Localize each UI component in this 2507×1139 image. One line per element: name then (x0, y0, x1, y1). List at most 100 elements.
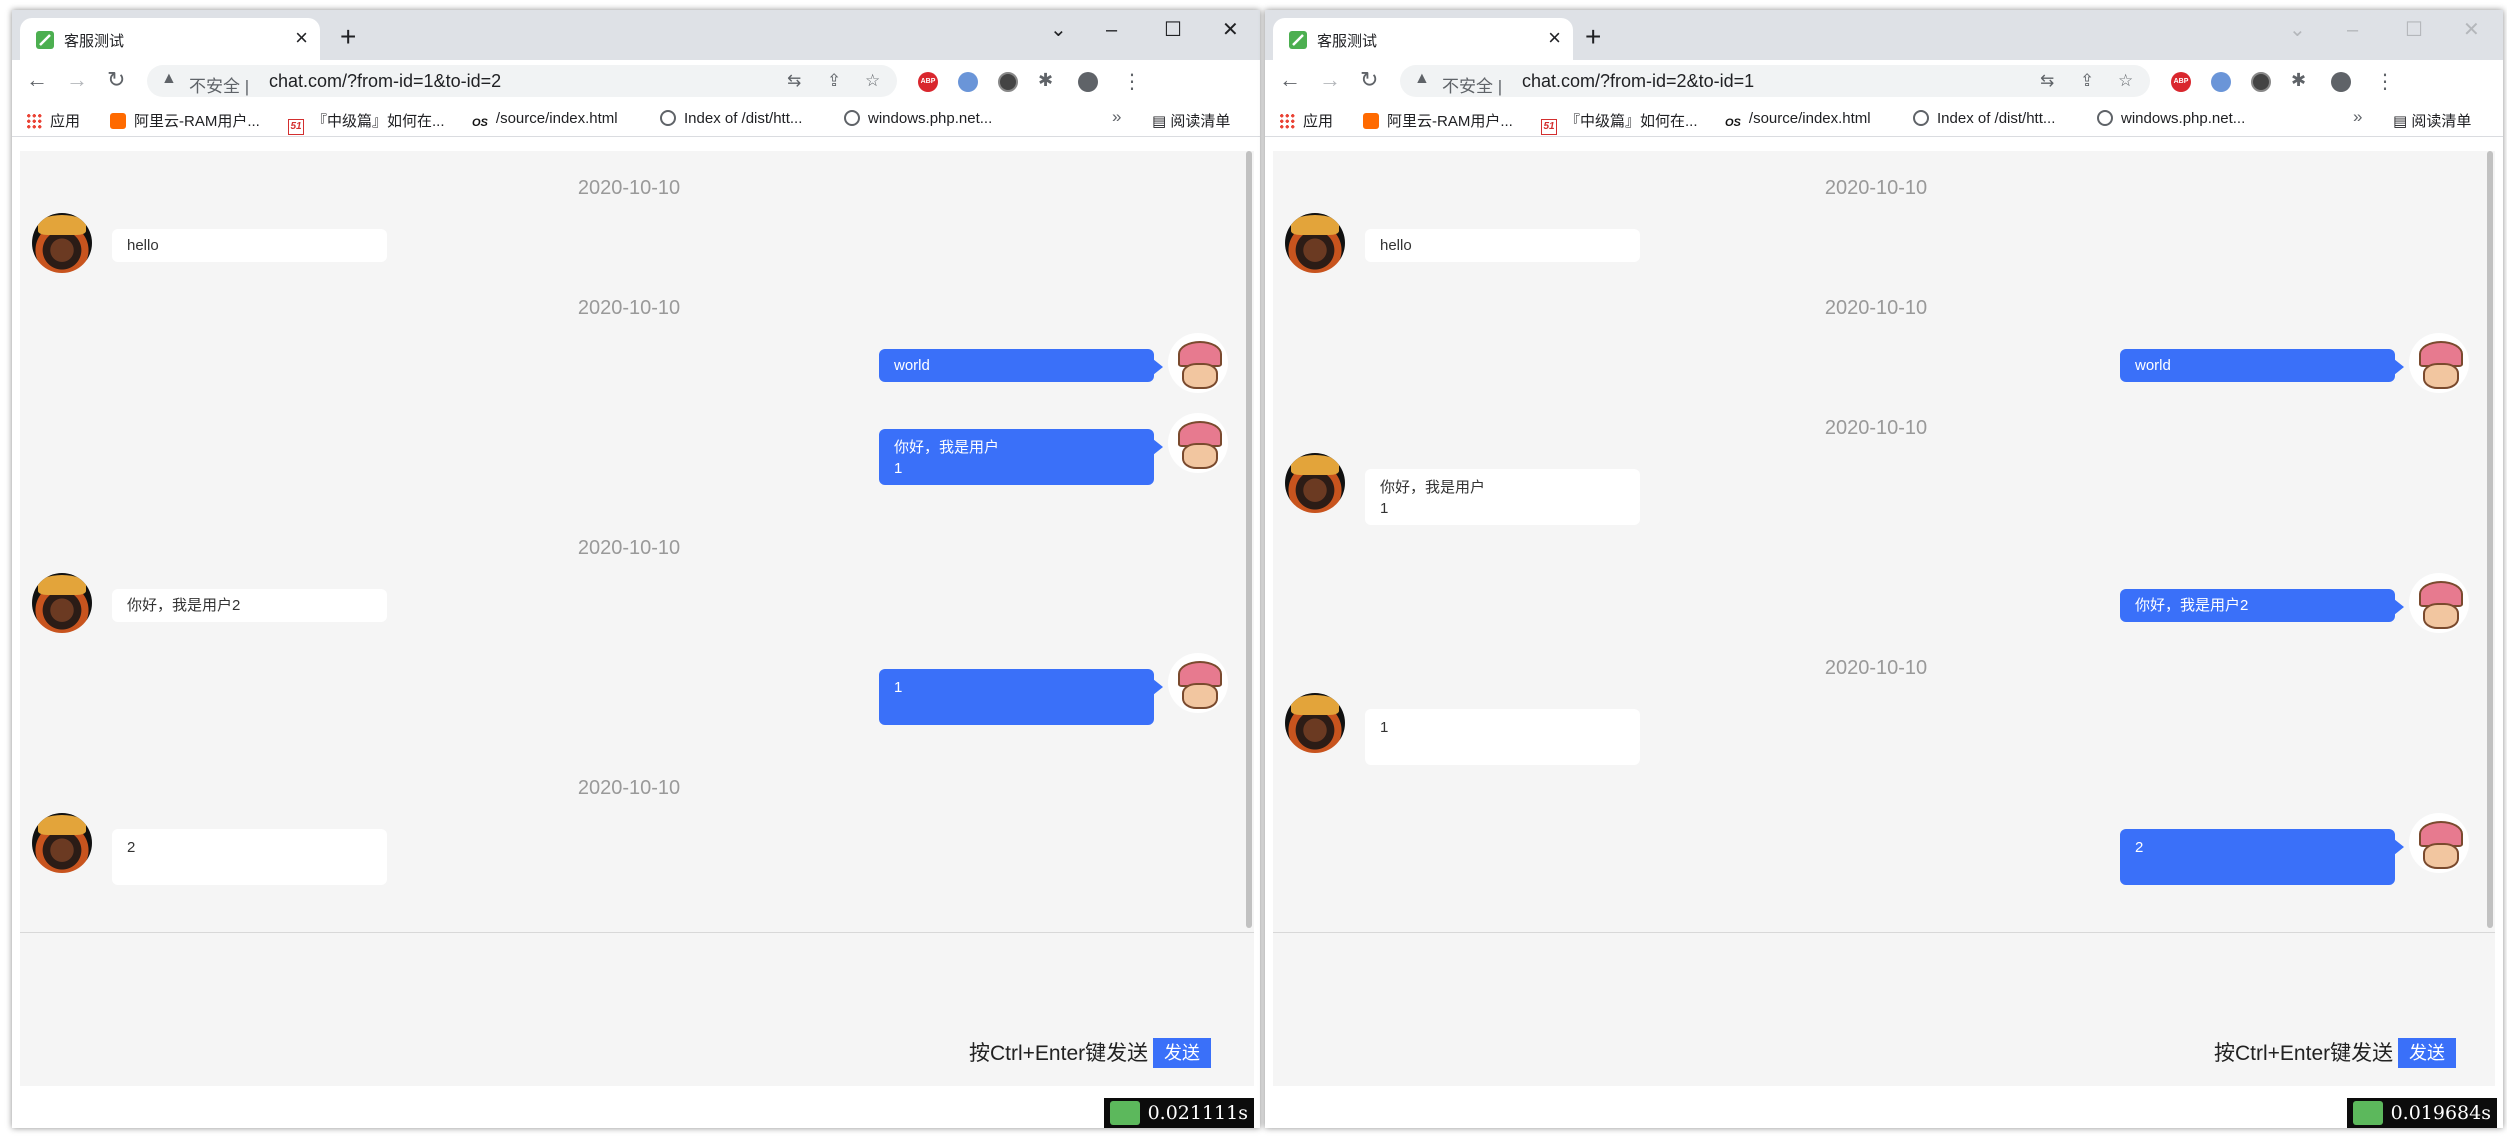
url-text[interactable]: chat.com/?from-id=2&to-id=1 (1522, 71, 1754, 92)
menu-kebab-icon[interactable]: ⋮ (1122, 69, 1142, 94)
browser-window-user-1: 客服测试 × + ⌄ – ☐ ✕ ← → ↻ ▲ 不安全 | chat.com/… (12, 10, 1260, 1128)
profile-avatar-icon[interactable] (1078, 72, 1098, 92)
page-viewport: 2020-10-10 hello 2020-10-10 world 你好，我是用户 1 2… (12, 137, 1260, 1128)
self-avatar (1168, 333, 1228, 393)
bookmark-51cto[interactable]: 51 『中级篇』如何在... (288, 110, 445, 135)
not-secure-icon[interactable]: ▲ (1414, 70, 1430, 88)
extension-dark-icon[interactable] (998, 72, 1018, 92)
adblock-plus-icon[interactable]: ABP (2171, 72, 2191, 92)
tab-title: 客服测试 (1317, 33, 1378, 50)
bookmark-label: 『中级篇』如何在... (312, 113, 445, 130)
close-window-icon[interactable]: ✕ (2463, 18, 2480, 42)
bookmark-oschina[interactable]: OS/source/index.html (1725, 110, 1871, 133)
scrollbar-thumb[interactable] (2487, 151, 2493, 928)
timer-logo-icon (2352, 1101, 2383, 1125)
close-window-icon[interactable]: ✕ (1222, 18, 1239, 42)
send-hint: 按Ctrl+Enter键发送 (2214, 1042, 2394, 1065)
extension-blue-icon[interactable] (958, 72, 978, 92)
new-tab-icon[interactable]: + (340, 23, 356, 51)
contact-avatar (1285, 213, 1345, 273)
adblock-plus-icon[interactable]: ABP (918, 72, 938, 92)
url-text[interactable]: chat.com/?from-id=1&to-id=2 (269, 71, 501, 92)
bookmark-star-icon[interactable]: ☆ (865, 71, 880, 91)
bookmark-aliyun[interactable]: 阿里云-RAM用户... (110, 110, 260, 131)
new-tab-icon[interactable]: + (1585, 23, 1601, 51)
contact-avatar (1285, 693, 1345, 753)
globe-icon (660, 110, 676, 126)
reading-list[interactable]: ▤ 阅读清单 (2393, 110, 2471, 131)
maximize-icon[interactable]: ☐ (2405, 18, 2423, 42)
bookmarks-bar: 应用 阿里云-RAM用户... 51 『中级篇』如何在... OS/source/… (12, 102, 1260, 137)
browser-window-user-2: 客服测试 × + ⌄ – ☐ ✕ ← → ↻ ▲ 不安全 | chat.com/… (1265, 10, 2503, 1128)
back-icon[interactable]: ← (1279, 68, 1301, 92)
bookmark-index-dist[interactable]: Index of /dist/htt... (1913, 110, 2055, 127)
extensions-puzzle-icon[interactable]: ✱ (2291, 70, 2306, 91)
tab-search-icon[interactable]: ⌄ (1050, 18, 1067, 42)
address-bar[interactable]: ▲ 不安全 | chat.com/?from-id=1&to-id=2 ⇆ ⇪ … (147, 65, 897, 97)
bookmark-51cto[interactable]: 51 『中级篇』如何在... (1541, 110, 1698, 135)
scrollbar-thumb[interactable] (1246, 151, 1252, 928)
tab-close-icon[interactable]: × (295, 26, 308, 50)
bookmark-oschina[interactable]: OS/source/index.html (472, 110, 618, 133)
incoming-message-bubble: hello (112, 229, 387, 262)
bookmark-apps[interactable]: 应用 (26, 110, 80, 131)
bookmark-aliyun[interactable]: 阿里云-RAM用户... (1363, 110, 1513, 131)
translate-icon[interactable]: ⇆ (2040, 71, 2054, 91)
bookmarks-overflow-icon[interactable]: » (1112, 107, 1121, 127)
send-hint: 按Ctrl+Enter键发送 (969, 1042, 1149, 1065)
incoming-message-bubble: 1 (1365, 709, 1640, 765)
date-separator: 2020-10-10 (577, 777, 681, 799)
extension-dark-icon[interactable] (2251, 72, 2271, 92)
bookmarks-bar: 应用 阿里云-RAM用户... 51 『中级篇』如何在... OS/source/… (1265, 102, 2503, 137)
bookmark-label: 应用 (50, 113, 81, 130)
back-icon[interactable]: ← (26, 68, 48, 92)
bookmark-index-dist[interactable]: Index of /dist/htt... (660, 110, 802, 127)
send-button[interactable]: 发送 (2398, 1038, 2456, 1068)
maximize-icon[interactable]: ☐ (1164, 18, 1182, 42)
tab-close-icon[interactable]: × (1548, 26, 1561, 50)
send-button[interactable]: 发送 (1153, 1038, 1211, 1068)
51cto-icon: 51 (288, 119, 304, 135)
date-separator: 2020-10-10 (1824, 657, 1928, 679)
share-icon[interactable]: ⇪ (827, 71, 841, 91)
reload-icon[interactable]: ↻ (107, 68, 125, 92)
tab-strip: 客服测试 × + ⌄ – ☐ ✕ (12, 10, 1260, 60)
oschina-icon: OS (1725, 117, 1741, 129)
contact-avatar (32, 213, 92, 273)
reload-icon[interactable]: ↻ (1360, 68, 1378, 92)
apps-icon (1279, 113, 1295, 129)
chat-pane: 2020-10-10 hello 2020-10-10 world 2020-10-10… (1273, 151, 2495, 944)
self-avatar (2409, 813, 2469, 873)
oschina-icon: OS (472, 117, 488, 129)
incoming-message-bubble: 你好，我是用户2 (112, 589, 387, 622)
tab-chat[interactable]: 客服测试 × (20, 18, 320, 60)
not-secure-icon[interactable]: ▲ (161, 70, 177, 88)
tab-search-icon[interactable]: ⌄ (2289, 18, 2306, 42)
bookmark-apps[interactable]: 应用 (1279, 110, 1333, 131)
bookmark-windows-php[interactable]: windows.php.net... (2097, 110, 2245, 127)
globe-icon (2097, 110, 2113, 126)
outgoing-message-bubble: 你好，我是用户 1 (879, 429, 1163, 485)
self-avatar (2409, 573, 2469, 633)
menu-kebab-icon[interactable]: ⋮ (2375, 69, 2395, 94)
forward-icon[interactable]: → (1319, 68, 1341, 92)
date-separator: 2020-10-10 (577, 537, 681, 559)
incoming-message-bubble: 你好，我是用户 1 (1365, 469, 1640, 525)
bookmark-windows-php[interactable]: windows.php.net... (844, 110, 992, 127)
bookmarks-overflow-icon[interactable]: » (2353, 107, 2362, 127)
browser-toolbar: ← → ↻ ▲ 不安全 | chat.com/?from-id=1&to-id=… (12, 60, 1260, 102)
tab-chat[interactable]: 客服测试 × (1273, 18, 1573, 60)
forward-icon[interactable]: → (66, 68, 88, 92)
timer-badge: 0.019684s (2346, 1098, 2497, 1128)
address-bar[interactable]: ▲ 不安全 | chat.com/?from-id=2&to-id=1 ⇆ ⇪ … (1400, 65, 2150, 97)
minimize-icon[interactable]: – (1106, 18, 1117, 42)
extensions-puzzle-icon[interactable]: ✱ (1038, 70, 1053, 91)
reading-list[interactable]: ▤ 阅读清单 (1152, 110, 1230, 131)
profile-avatar-icon[interactable] (2331, 72, 2351, 92)
bookmark-star-icon[interactable]: ☆ (2118, 71, 2133, 91)
extension-blue-icon[interactable] (2211, 72, 2231, 92)
share-icon[interactable]: ⇪ (2080, 71, 2094, 91)
date-separator: 2020-10-10 (577, 177, 681, 199)
translate-icon[interactable]: ⇆ (787, 71, 801, 91)
minimize-icon[interactable]: – (2347, 18, 2358, 42)
